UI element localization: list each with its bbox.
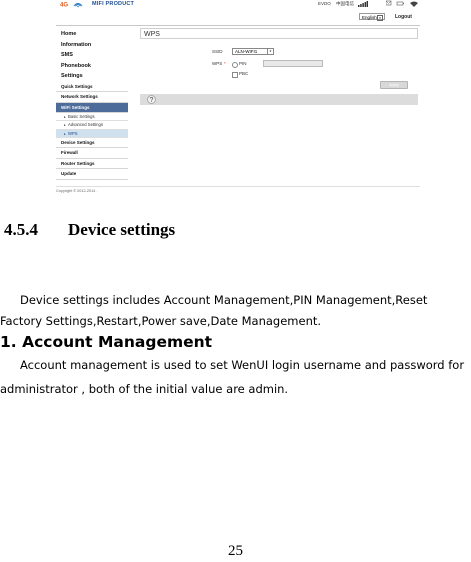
language-select[interactable]: English ▾ (359, 13, 385, 21)
signal-strength-icon (358, 1, 368, 7)
sidebar-item-home[interactable]: Home (56, 29, 128, 40)
wps-label: WPS (212, 61, 223, 66)
language-value: English (362, 15, 377, 20)
page-number: 25 (228, 543, 243, 559)
network-type-label: EVDO (318, 1, 331, 6)
sidebar-child-label: Advanced Settings (68, 122, 103, 128)
sidebar-child-label: WPS (68, 130, 78, 136)
pbc-option-label: PBC (239, 71, 249, 76)
sidebar-item-network-settings[interactable]: Network Settings (56, 92, 128, 103)
subheading-account-management: 1. Account Management (0, 333, 213, 351)
sidebar-item-update[interactable]: Update (56, 169, 128, 180)
sidebar-child-wps[interactable]: ▸ WPS (56, 129, 128, 138)
sidebar-item-sms[interactable]: SMS (56, 50, 128, 61)
pin-input[interactable] (263, 60, 323, 67)
carrier-label: 中国电信 (336, 1, 354, 6)
sidebar-item-firewall[interactable]: Firewall (56, 148, 128, 159)
chevron-down-icon: ▾ (267, 49, 273, 54)
sidebar-item-phonebook[interactable]: Phonebook (56, 61, 128, 72)
pin-option-label: PIN (239, 61, 247, 66)
battery-icon (396, 1, 404, 6)
copyright-text: Copyright © 2012-2014 . (56, 189, 98, 193)
sidebar-child-advanced-settings[interactable]: ▸ Advanced Settings (56, 121, 128, 130)
sidebar-item-settings[interactable]: Settings (56, 71, 128, 82)
section-heading: 4.5.4 Device settings (4, 220, 175, 240)
footer-divider (56, 186, 420, 187)
panel-title: WPS (140, 28, 418, 39)
paragraph-account-management: Account management is used to set WenUI … (0, 353, 471, 401)
sidebar-item-device-settings[interactable]: Device Settings (56, 138, 128, 149)
sidebar-item-information[interactable]: Information (56, 40, 128, 51)
status-icons (386, 0, 418, 7)
paragraph-text: Device settings includes Account Managem… (0, 293, 428, 328)
sidebar-child-basic-settings[interactable]: ▸ Basic Settings (56, 113, 128, 122)
required-mark: * (224, 61, 226, 66)
section-number: 4.5.4 (4, 220, 38, 239)
ssid-label: SSID (212, 49, 223, 54)
logout-link[interactable]: Logout (395, 13, 412, 21)
logo-4g-wifi-icon: 4G (60, 3, 83, 9)
help-icon[interactable]: ? (147, 95, 156, 104)
section-title: Device settings (68, 220, 176, 239)
ssid-select[interactable]: ALN-WIFI1 ▾ (232, 48, 274, 55)
messages-icon (386, 0, 392, 6)
svg-text:4G: 4G (60, 3, 68, 9)
sidebar-item-quick-settings[interactable]: Quick Settings (56, 82, 128, 92)
product-name: MIFI PRODUCT (92, 1, 135, 7)
sidebar-item-router-settings[interactable]: Router Settings (56, 159, 128, 170)
wifi-icon (410, 1, 418, 7)
embedded-screenshot: 4G MIFI PRODUCT EVDO 中国电信 English ▾ Logo… (56, 0, 420, 193)
header-bar: English ▾ Logout (56, 9, 420, 26)
sidebar-item-wifi-settings[interactable]: WiFi Settings (56, 102, 128, 113)
pbc-checkbox[interactable] (232, 72, 238, 78)
pin-radio[interactable] (232, 62, 238, 68)
top-bar: 4G MIFI PRODUCT EVDO 中国电信 (56, 0, 420, 8)
wps-panel: WPS SSID ALN-WIFI1 ▾ WPS * PIN PBC Apply… (140, 28, 420, 108)
paragraph-text: Account management is used to set WenUI … (0, 358, 465, 396)
chevron-down-icon: ▾ (377, 15, 383, 21)
sidebar-child-label: Basic Settings (68, 114, 95, 119)
sidebar: Home Information SMS Phonebook Settings … (56, 29, 128, 180)
help-bar: ? (140, 94, 418, 105)
ssid-value: ALN-WIFI1 (235, 49, 258, 54)
paragraph-device-settings: Device settings includes Account Managem… (0, 290, 471, 332)
apply-button[interactable]: Apply (380, 81, 408, 89)
